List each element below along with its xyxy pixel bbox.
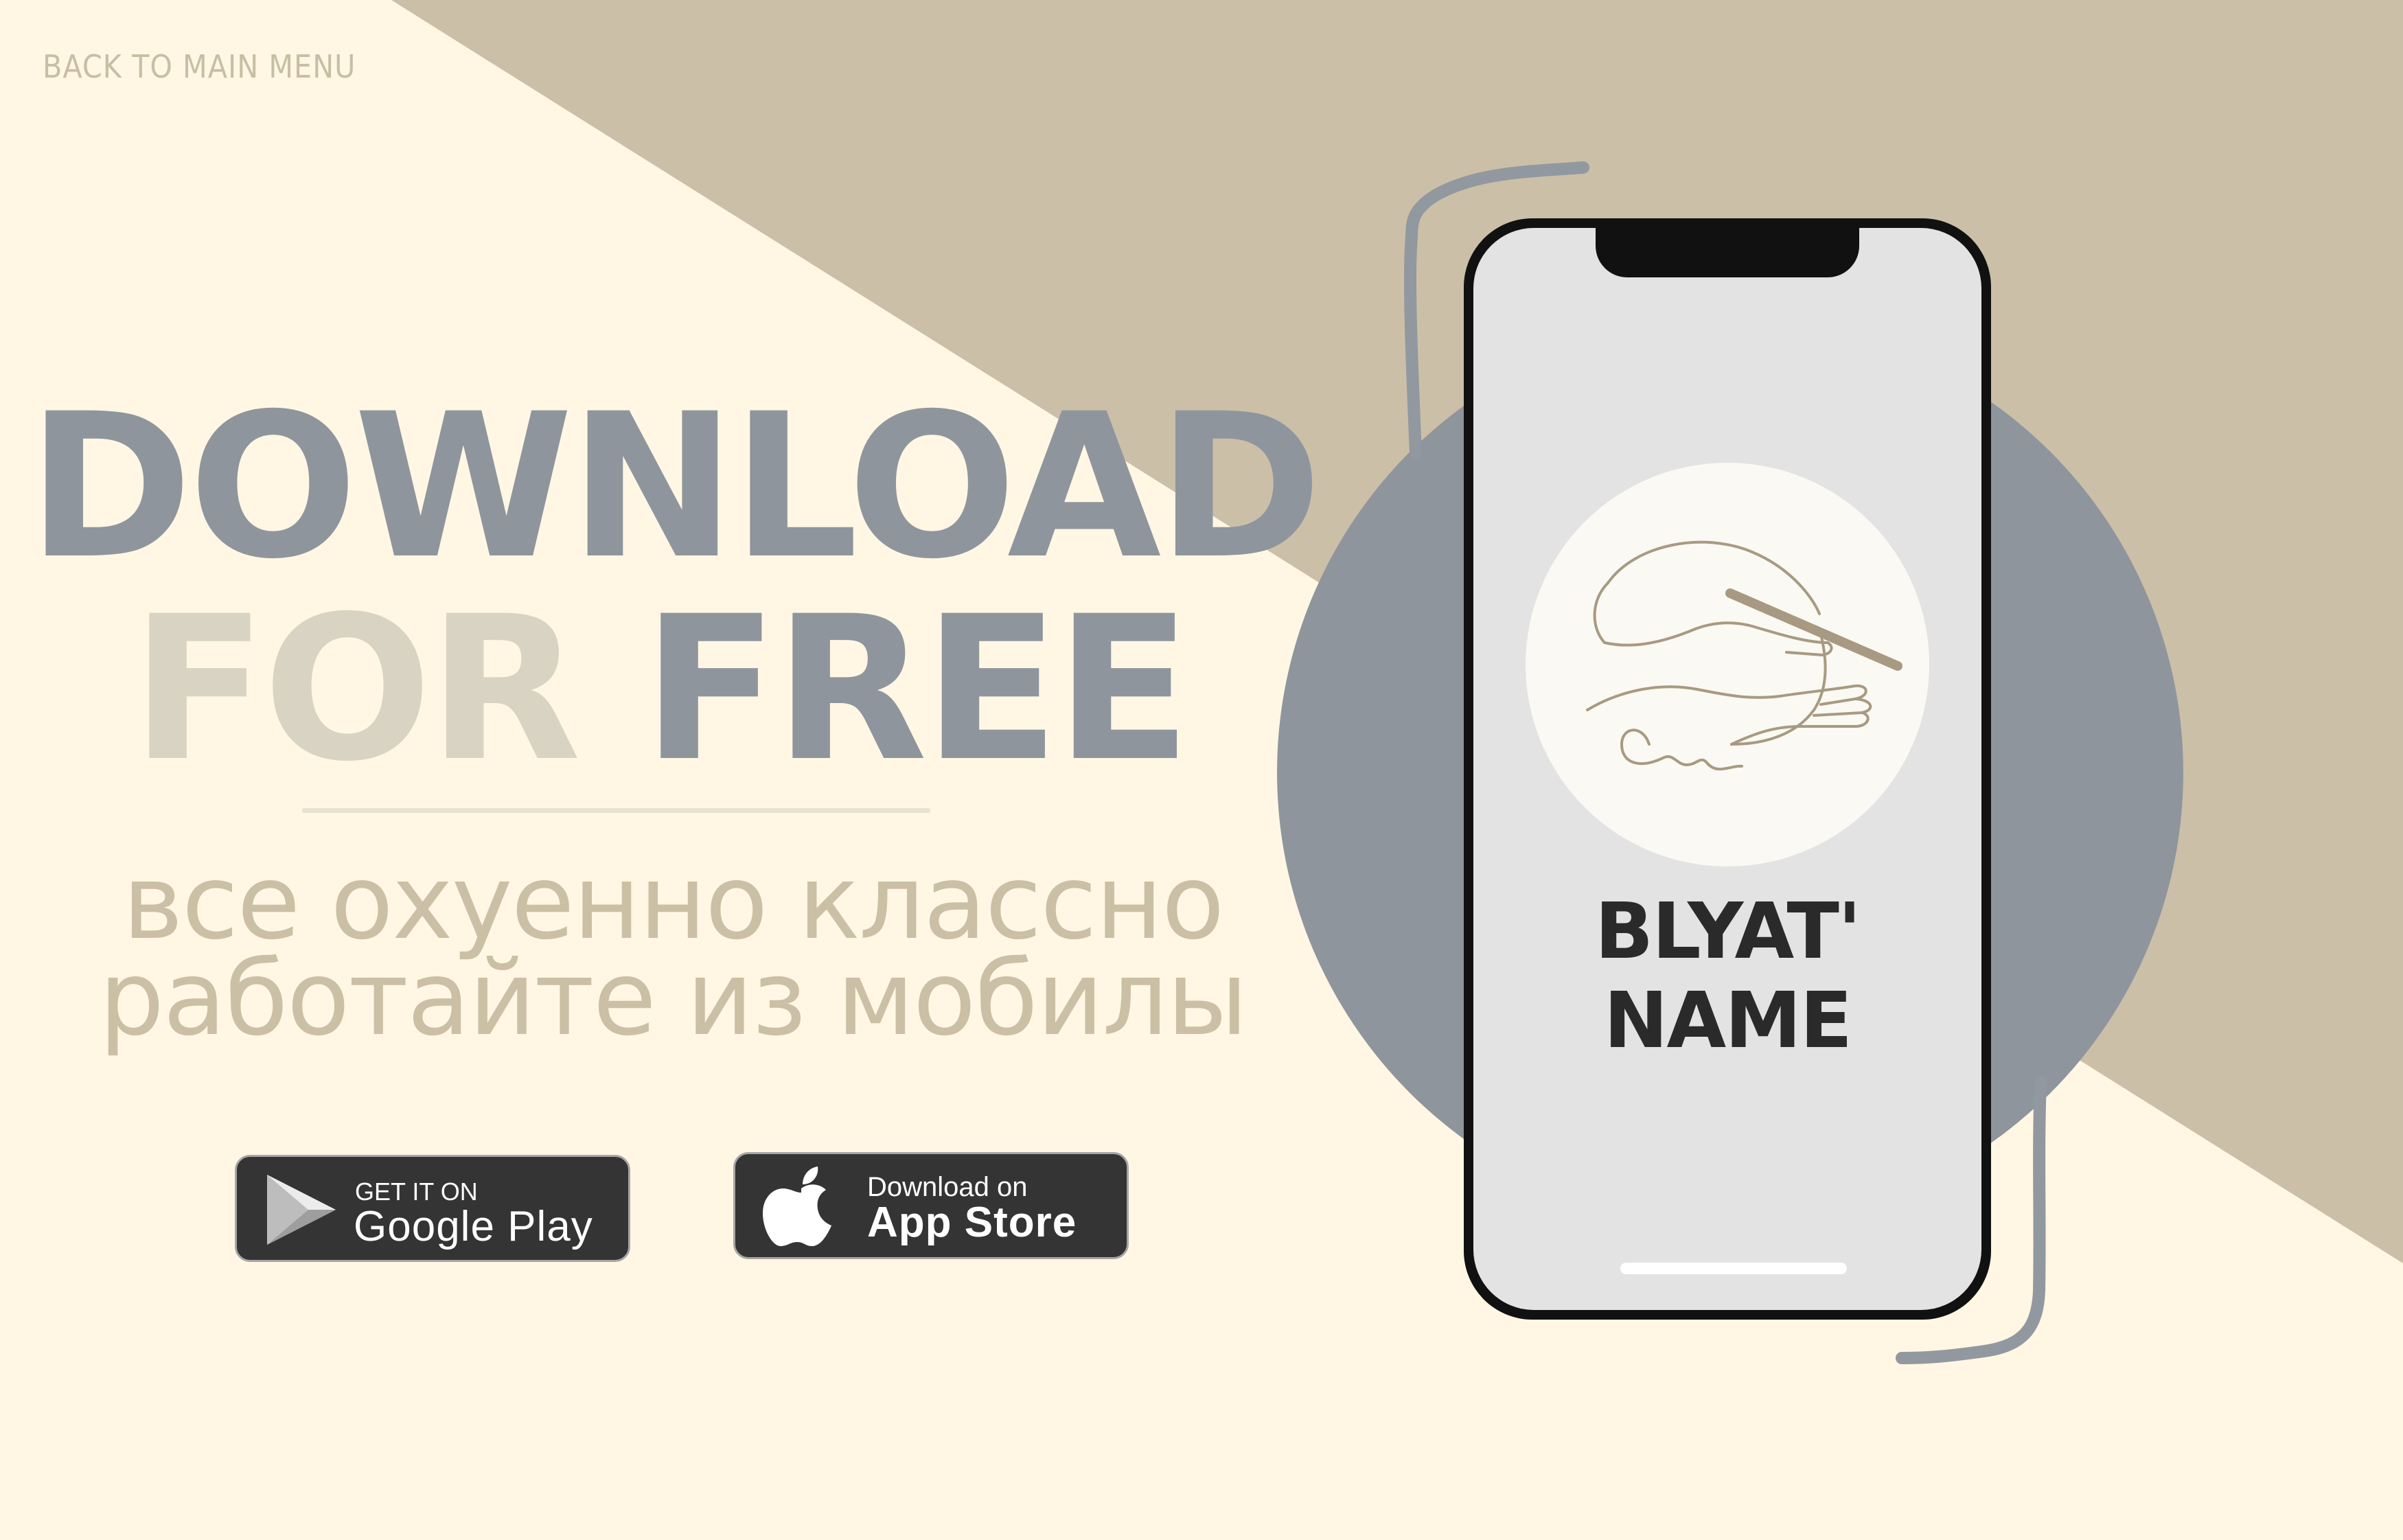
phone-notch — [1596, 228, 1859, 277]
hand-signing-logo — [1586, 540, 1902, 771]
divider — [302, 808, 930, 813]
apple-icon — [763, 1167, 831, 1246]
google-play-button[interactable]: GET IT ON Google Play — [235, 1155, 630, 1262]
phone-screen: BLYAT' NAME — [1473, 228, 1981, 1310]
tagline-line-2: работайте из мобилы — [99, 939, 1248, 1059]
app-logo — [1526, 463, 1929, 866]
headline-for-free: FOR FREE — [0, 590, 1291, 790]
home-indicator — [1620, 1263, 1847, 1274]
google-play-icon — [267, 1175, 336, 1245]
back-to-main-menu-link[interactable]: BACK TO MAIN MENU — [43, 48, 356, 85]
app-name: BLYAT' NAME — [1594, 887, 1861, 1066]
app-store-big-label: App Store — [867, 1199, 1077, 1246]
phone-mockup: BLYAT' NAME — [1464, 218, 1991, 1320]
headline-word-free: FREE — [642, 574, 1192, 805]
app-store-button[interactable]: Download on App Store — [733, 1152, 1129, 1259]
google-play-big-label: Google Play — [354, 1203, 593, 1250]
headline-download: DOWNLOAD — [27, 371, 1322, 603]
headline-word-for: FOR — [130, 574, 582, 805]
